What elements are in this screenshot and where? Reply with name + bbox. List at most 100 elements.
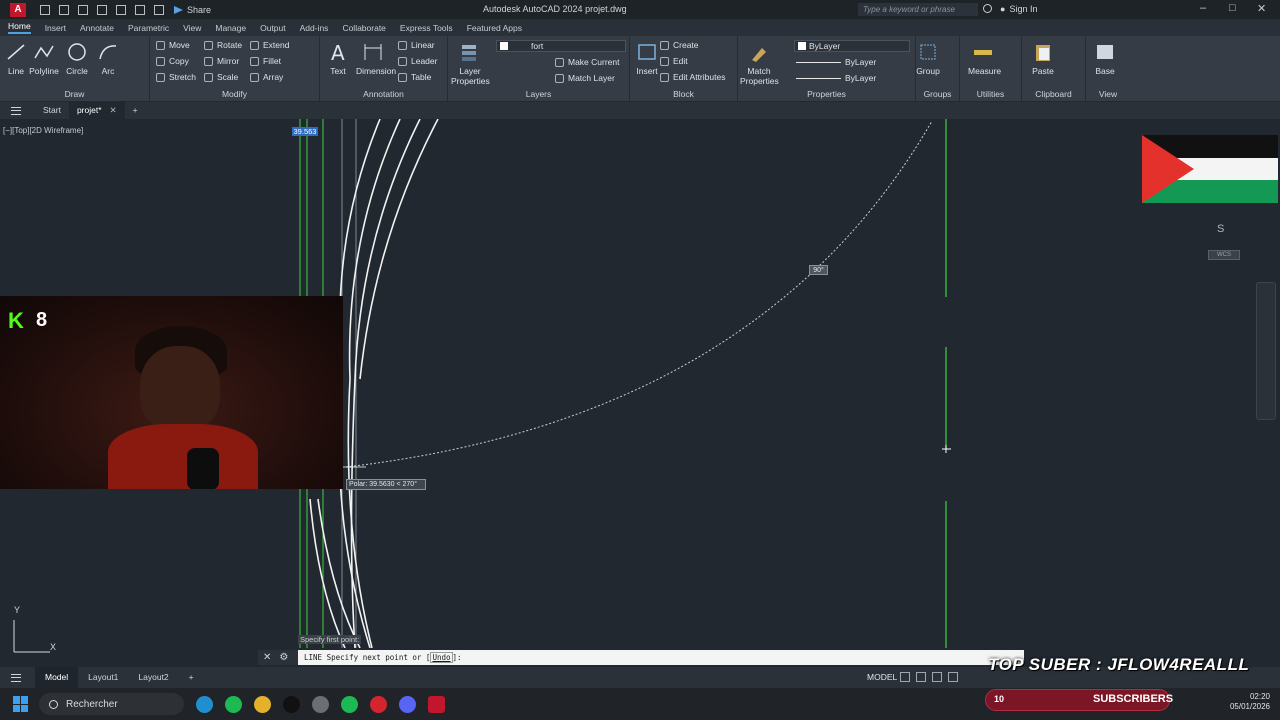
paste-button[interactable]: Paste <box>1028 42 1058 76</box>
share-button[interactable]: Share <box>174 5 211 15</box>
insert-block-button[interactable]: Insert <box>632 42 662 76</box>
tab-view[interactable]: View <box>183 23 201 33</box>
linetype-dropdown[interactable]: ByLayer <box>796 56 876 68</box>
snap-icon[interactable] <box>916 672 926 682</box>
polyline-button[interactable]: Polyline <box>29 42 59 76</box>
tab-start[interactable]: Start <box>35 102 69 119</box>
navigation-bar[interactable] <box>1256 282 1276 420</box>
autocad-taskbar-icon[interactable] <box>428 695 445 713</box>
tab-layout1[interactable]: Layout1 <box>78 667 128 688</box>
tab-add-ins[interactable]: Add-ins <box>300 23 329 33</box>
grid-icon[interactable] <box>900 672 910 682</box>
sign-in-button[interactable]: ● Sign In <box>1000 4 1037 14</box>
draw-panel-title[interactable]: Draw <box>0 89 149 99</box>
clipboard-panel-title[interactable]: Clipboard <box>1022 89 1085 99</box>
stretch-button[interactable]: Stretch <box>156 72 196 82</box>
new-tab-button[interactable]: + <box>125 102 146 119</box>
groups-panel-title[interactable]: Groups <box>916 89 959 99</box>
circle-button[interactable]: Circle <box>62 42 92 76</box>
rotate-button[interactable]: Rotate <box>204 40 242 50</box>
customize-icon[interactable]: ⚙ <box>279 652 288 663</box>
layers-panel-title[interactable]: Layers <box>448 89 629 99</box>
minimize-button[interactable]: – <box>1200 2 1206 14</box>
add-layout-button[interactable]: + <box>179 667 204 688</box>
polar-icon[interactable] <box>948 672 958 682</box>
tab-output[interactable]: Output <box>260 23 286 33</box>
tab-manage[interactable]: Manage <box>215 23 246 33</box>
copy-button[interactable]: Copy <box>156 56 189 66</box>
edit-attributes-button[interactable]: Edit Attributes <box>660 72 725 82</box>
layout-menu-icon[interactable] <box>11 673 21 682</box>
command-line[interactable]: LINE Specify next point or [Undo]: <box>258 650 1024 665</box>
menu-icon[interactable] <box>11 106 21 115</box>
save-icon[interactable] <box>78 4 88 15</box>
viewport-controls[interactable]: [−][Top][2D Wireframe] <box>3 126 83 135</box>
linear-dim-button[interactable]: Linear <box>398 40 435 50</box>
windows-start-icon[interactable] <box>13 696 29 712</box>
compass-south-label[interactable]: S <box>1217 223 1224 235</box>
undo-icon[interactable] <box>135 4 145 15</box>
undo-option[interactable]: Undo <box>430 652 453 663</box>
app-red-icon[interactable] <box>370 695 387 713</box>
match-layer-button[interactable]: Match Layer <box>555 73 615 83</box>
scale-button[interactable]: Scale <box>204 72 238 82</box>
properties-panel-title[interactable]: Properties <box>738 89 915 99</box>
measure-button[interactable]: Measure <box>968 42 1001 76</box>
line-button[interactable]: Line <box>1 42 31 76</box>
close-tab-icon[interactable]: ✕ <box>110 105 117 115</box>
array-button[interactable]: Array <box>250 72 283 82</box>
wcs-menu[interactable]: WCS <box>1208 250 1240 260</box>
taskbar-search[interactable]: Rechercher <box>39 693 184 715</box>
create-block-button[interactable]: Create <box>660 40 699 50</box>
tab-projet[interactable]: projet* ✕ <box>68 102 125 119</box>
dynamic-input-field[interactable]: 39.563 <box>292 127 318 136</box>
move-button[interactable]: Move <box>156 40 190 50</box>
autocad-logo-icon[interactable]: A <box>10 2 26 17</box>
restore-button[interactable]: □ <box>1229 2 1236 14</box>
tab-featured-apps[interactable]: Featured Apps <box>467 23 522 33</box>
leader-button[interactable]: Leader <box>398 56 437 66</box>
redo-icon[interactable] <box>154 4 164 15</box>
save-as-icon[interactable] <box>97 4 107 15</box>
tab-parametric[interactable]: Parametric <box>128 23 169 33</box>
chrome-icon[interactable] <box>254 695 271 713</box>
close-command-icon[interactable]: ✕ <box>263 652 271 663</box>
modify-panel-title[interactable]: Modify <box>150 89 319 99</box>
mirror-button[interactable]: Mirror <box>204 56 239 66</box>
base-button[interactable]: Base <box>1090 42 1120 76</box>
edit-block-button[interactable]: Edit <box>660 56 688 66</box>
make-current-button[interactable]: Make Current <box>555 57 620 67</box>
discord-icon[interactable] <box>399 695 416 713</box>
fillet-button[interactable]: Fillet <box>250 56 281 66</box>
edge-icon[interactable] <box>196 695 213 713</box>
spotify-2-icon[interactable] <box>341 695 358 713</box>
taskbar-clock[interactable]: 02:20 05/01/2026 <box>1222 692 1270 712</box>
tab-collaborate[interactable]: Collaborate <box>342 23 385 33</box>
dimension-button[interactable]: Dimension <box>356 42 396 76</box>
search-input[interactable]: Type a keyword or phrase <box>858 3 978 16</box>
tab-insert[interactable]: Insert <box>45 23 66 33</box>
tab-express-tools[interactable]: Express Tools <box>400 23 453 33</box>
color-dropdown[interactable]: ByLayer <box>794 40 910 52</box>
tab-layout2[interactable]: Layout2 <box>128 667 178 688</box>
utilities-panel-title[interactable]: Utilities <box>960 89 1021 99</box>
tab-model[interactable]: Model <box>35 667 79 688</box>
new-file-icon[interactable] <box>40 4 50 15</box>
close-button[interactable]: ✕ <box>1257 2 1266 15</box>
ortho-icon[interactable] <box>932 672 942 682</box>
print-icon[interactable] <box>116 4 126 15</box>
search-icon[interactable] <box>983 4 992 13</box>
model-space-toggle[interactable]: MODEL <box>867 672 897 682</box>
match-properties-button[interactable]: Match Properties <box>740 42 779 86</box>
block-panel-title[interactable]: Block <box>630 89 737 99</box>
tiktok-icon[interactable] <box>283 695 300 713</box>
arc-button[interactable]: Arc <box>93 42 123 76</box>
spotify-icon[interactable] <box>225 695 242 713</box>
extend-button[interactable]: Extend <box>250 40 289 50</box>
view-panel-title[interactable]: View <box>1086 89 1130 99</box>
layer-properties-button[interactable]: Layer Properties <box>451 42 490 86</box>
tab-annotate[interactable]: Annotate <box>80 23 114 33</box>
obs-icon[interactable] <box>312 695 329 713</box>
lineweight-dropdown[interactable]: ByLayer <box>796 72 876 84</box>
text-button[interactable]: A Text <box>323 42 353 76</box>
